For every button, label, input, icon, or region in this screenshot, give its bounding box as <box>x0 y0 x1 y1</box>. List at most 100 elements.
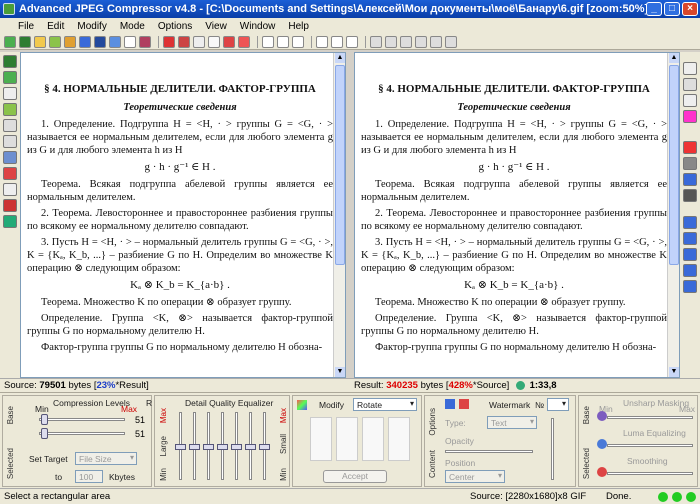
fit-icon[interactable] <box>683 78 697 91</box>
pipette-icon[interactable] <box>208 35 220 48</box>
rect-select-icon[interactable] <box>316 35 328 48</box>
hand-icon[interactable] <box>262 35 274 48</box>
tab-base[interactable]: Base <box>582 406 591 424</box>
tab-selected[interactable]: Selected <box>6 448 15 479</box>
open-icon[interactable] <box>4 35 16 48</box>
polygon-select-icon[interactable] <box>346 35 358 48</box>
watermark-save-icon[interactable] <box>445 399 455 409</box>
menu-window[interactable]: Window <box>234 21 283 32</box>
scroll-down-icon[interactable]: ▼ <box>335 367 345 377</box>
menu-view[interactable]: View <box>199 21 234 32</box>
scroll-up-icon[interactable]: ▲ <box>335 53 345 63</box>
watermark-number-select[interactable] <box>547 398 569 411</box>
equalizer-band-knob[interactable] <box>217 444 228 450</box>
invert-selection-icon[interactable] <box>3 71 17 84</box>
region-icon[interactable] <box>3 135 17 148</box>
zoom-icon[interactable] <box>683 141 697 154</box>
compare-icon[interactable] <box>163 35 175 48</box>
menu-modify[interactable]: Modify <box>71 21 113 32</box>
scroll-up-icon[interactable]: ▲ <box>669 53 679 63</box>
menu-mode[interactable]: Mode <box>114 21 152 32</box>
align-bottom-icon[interactable] <box>445 35 457 48</box>
equalizer-band-knob[interactable] <box>231 444 242 450</box>
tab-selected[interactable]: Selected <box>582 448 591 479</box>
align-middle-icon[interactable] <box>430 35 442 48</box>
equalizer-band-knob[interactable] <box>245 444 256 450</box>
split-icon[interactable] <box>178 35 190 48</box>
accept-button[interactable]: Accept <box>323 470 387 483</box>
preview-thumb[interactable] <box>310 417 332 461</box>
compression-knob-1[interactable] <box>41 414 48 425</box>
menu-edit[interactable]: Edit <box>41 21 71 32</box>
preview-thumb[interactable] <box>336 417 358 461</box>
scroll-thumb[interactable] <box>669 65 679 265</box>
smoothing-slider[interactable] <box>607 472 693 475</box>
target-value-input[interactable]: 100 <box>75 470 103 483</box>
tab-base[interactable]: Base <box>6 406 15 424</box>
view-split-icon[interactable] <box>683 232 697 245</box>
modify-select[interactable]: Rotate <box>353 398 417 411</box>
red-eye-icon[interactable] <box>3 199 17 212</box>
view-horizontal-icon[interactable] <box>683 264 697 277</box>
source-scrollbar[interactable]: ▲ ▼ <box>333 53 345 377</box>
menu-help[interactable]: Help <box>282 21 316 32</box>
pane-splitter[interactable] <box>346 52 354 378</box>
tab-content[interactable]: Content <box>428 450 437 478</box>
align-center-icon[interactable] <box>385 35 397 48</box>
watermark-vertical-slider[interactable] <box>551 418 554 480</box>
compression-knob-2[interactable] <box>41 428 48 439</box>
list-icon[interactable] <box>3 151 17 164</box>
view-grid-icon[interactable] <box>683 280 697 293</box>
resize-icon[interactable] <box>3 183 17 196</box>
browse-icon[interactable] <box>34 35 46 48</box>
fit-width-icon[interactable] <box>683 173 697 186</box>
filter-icon[interactable] <box>193 35 205 48</box>
save-all-icon[interactable] <box>109 35 121 48</box>
close-button[interactable]: × <box>682 2 698 16</box>
source-pane[interactable]: § 4. НОРМАЛЬНЫЕ ДЕЛИТЕЛИ. ФАКТОР-ГРУППА … <box>20 52 346 378</box>
history-icon[interactable] <box>3 215 17 228</box>
crop-icon[interactable] <box>3 167 17 180</box>
luma-slider[interactable] <box>607 444 693 447</box>
batch-icon[interactable] <box>49 35 61 48</box>
unsharp-icon[interactable] <box>597 411 607 421</box>
preview-thumb[interactable] <box>362 417 384 461</box>
smoothing-icon[interactable] <box>597 467 607 477</box>
compression-slider-2[interactable] <box>39 432 125 435</box>
zoom-tool-icon[interactable] <box>277 35 289 48</box>
watermark-position-select[interactable]: Center <box>445 470 505 483</box>
save-as-icon[interactable] <box>94 35 106 48</box>
align-left-icon[interactable] <box>370 35 382 48</box>
menu-options[interactable]: Options <box>152 21 199 32</box>
settings-icon[interactable] <box>139 35 151 48</box>
equalizer-band-knob[interactable] <box>259 444 270 450</box>
text-icon[interactable] <box>124 35 136 48</box>
rotate-tool-icon[interactable] <box>292 35 304 48</box>
menu-file[interactable]: File <box>0 21 41 32</box>
target-mode-select[interactable]: File Size <box>75 452 137 465</box>
opacity-slider[interactable] <box>445 450 533 453</box>
pan-icon[interactable] <box>683 94 697 107</box>
watermark-open-icon[interactable] <box>459 399 469 409</box>
maximize-button[interactable]: □ <box>664 2 680 16</box>
preview-thumb[interactable] <box>388 417 410 461</box>
crosshair-icon[interactable] <box>683 189 697 202</box>
luma-icon[interactable] <box>597 439 607 449</box>
result-pane[interactable]: § 4. НОРМАЛЬНЫЕ ДЕЛИТЕЛИ. ФАКТОР-ГРУППА … <box>354 52 680 378</box>
scroll-down-icon[interactable]: ▼ <box>669 367 679 377</box>
red-channel-icon[interactable] <box>223 35 235 48</box>
equalizer-band-knob[interactable] <box>175 444 186 450</box>
grid-icon[interactable] <box>3 103 17 116</box>
align-right-icon[interactable] <box>400 35 412 48</box>
view-single-icon[interactable] <box>683 216 697 229</box>
unsharp-slider[interactable] <box>607 416 693 419</box>
equalizer-band-knob[interactable] <box>189 444 200 450</box>
folder-icon[interactable] <box>64 35 76 48</box>
save-icon[interactable] <box>79 35 91 48</box>
ellipse-select-icon[interactable] <box>331 35 343 48</box>
watermark-type-select[interactable]: Text <box>487 416 537 429</box>
select-all-icon[interactable] <box>3 55 17 68</box>
result-scrollbar[interactable]: ▲ ▼ <box>667 53 679 377</box>
actual-size-icon[interactable] <box>683 157 697 170</box>
mask-icon[interactable] <box>3 119 17 132</box>
